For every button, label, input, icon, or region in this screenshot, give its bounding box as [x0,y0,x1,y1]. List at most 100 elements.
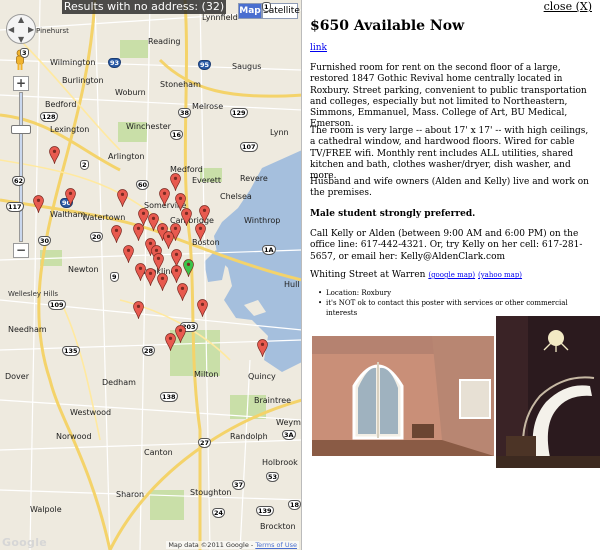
place-label: Stoneham [160,80,201,89]
map-attribution: Map data ©2011 Google - Terms of Use [166,541,299,549]
location-fact: Location: Roxbury [318,288,598,298]
route-shield: 1A [262,245,276,255]
google-map-link[interactable]: (google map) [428,271,475,279]
listing-marker-icon[interactable] [257,339,268,357]
place-label: Westwood [70,408,112,417]
terms-of-use-link[interactable]: Terms of Use [255,541,297,549]
place-label: Brockton [260,522,296,531]
listing-marker-icon[interactable] [197,299,208,317]
map-view-button[interactable]: Map [238,3,262,19]
listing-marker-icon[interactable] [49,146,60,164]
place-label: Melrose [192,102,224,111]
park-area [120,40,148,58]
listing-marker-icon[interactable] [171,265,182,283]
place-label: Stoughton [190,488,232,497]
listing-preference: Male student strongly preferred. [310,209,476,219]
pan-control[interactable]: ▲ ▼ ◀ ▶ [6,14,36,44]
place-label: Dedham [102,378,136,387]
place-label: Holbrook [262,458,298,467]
address-text: Whiting Street at Warren [310,270,426,280]
place-label: Newton [68,265,99,274]
place-label: Everett [192,176,222,185]
route-shield: 107 [240,142,258,152]
place-label: Dover [5,372,29,381]
place-label: Lynn [270,128,289,137]
place-label: Winchester [126,122,171,131]
zoom-slider[interactable] [19,92,23,242]
route-shield: 9 [110,272,119,282]
route-shield: 135 [62,346,80,356]
listing-marker-icon[interactable] [177,283,188,301]
pan-right-icon[interactable]: ▶ [28,25,34,34]
place-label: Saugus [232,62,262,71]
place-label: Randolph [230,432,268,441]
yahoo-map-link[interactable]: (yahoo map) [478,271,522,279]
route-shield: 1 [262,2,271,12]
listing-marker-icon[interactable] [111,225,122,243]
listing-marker-icon[interactable] [163,231,174,249]
pan-up-icon[interactable]: ▲ [18,15,24,24]
contact-policy-fact: it's NOT ok to contact this poster with … [318,298,598,318]
route-shield: 3 [20,48,29,58]
zoom-slider-thumb[interactable] [11,125,31,134]
zoom-in-button[interactable]: + [13,76,29,91]
route-shield: 2 [80,160,89,170]
listing-marker-icon[interactable] [117,189,128,207]
listing-owners: Husband and wife owners (Alden and Kelly… [310,177,589,199]
place-label: Bedford [45,100,77,109]
listing-marker-icon[interactable] [195,223,206,241]
listing-marker-icon[interactable] [170,173,181,191]
place-label: Weymouth [276,418,301,427]
route-shield: 138 [160,392,178,402]
place-label: Watertown [82,213,126,222]
listing-marker-icon[interactable] [175,325,186,343]
place-label: Lynnfield [202,13,238,22]
listing-contact: Call Kelly or Alden (between 9:00 AM and… [310,229,583,262]
map-attribution-text: Map data ©2011 Google - [168,541,256,549]
selected-listing-marker-icon[interactable] [183,259,194,277]
place-label: Pinehurst [36,27,69,35]
listing-address: Whiting Street at Warren (google map) (y… [310,270,522,280]
listing-marker-icon[interactable] [65,188,76,206]
place-label: Quincy [248,372,276,381]
room-photo-window[interactable] [312,336,494,456]
place-label: Wellesley Hills [8,290,59,298]
place-label: Lexington [50,125,90,134]
place-label: Burlington [62,76,104,85]
route-shield: 139 [256,506,274,516]
place-label: Sharon [116,490,145,499]
place-label: Hull [284,280,300,289]
listing-marker-icon[interactable] [123,245,134,263]
place-label: Norwood [56,432,92,441]
close-link[interactable]: close (X) [544,0,592,13]
listing-marker-icon[interactable] [157,273,168,291]
listing-marker-icon[interactable] [181,208,192,226]
place-label: Milton [194,370,219,379]
listing-marker-icon[interactable] [133,301,144,319]
route-shield: 109 [48,300,66,310]
pan-down-icon[interactable]: ▼ [18,35,24,44]
route-shield: 128 [40,112,58,122]
listing-link[interactable]: link [310,43,327,53]
route-shield: 3A [282,430,296,440]
zoom-out-button[interactable]: − [13,243,29,258]
map-pane[interactable]: Results with no address: (32) Map Satell… [0,0,302,550]
place-label: Wilmington [50,58,96,67]
listing-marker-icon[interactable] [159,188,170,206]
staircase-photo[interactable] [496,316,600,468]
listing-marker-icon[interactable] [33,195,44,213]
listing-marker-icon[interactable] [199,205,210,223]
listing-facts: Location: Roxbury it's NOT ok to contact… [318,288,598,318]
place-label: Winthrop [244,216,281,225]
google-logo: Google [2,536,48,549]
place-label: Reading [148,37,181,46]
park-area [150,490,184,520]
listing-marker-icon[interactable] [165,333,176,351]
listing-room-details: The room is very large -- about 17' x 17… [310,126,589,182]
listing-marker-icon[interactable] [133,223,144,241]
place-label: Revere [240,174,268,183]
place-label: Braintree [254,396,292,405]
no-address-banner[interactable]: Results with no address: (32) [62,0,226,14]
pan-left-icon[interactable]: ◀ [8,25,14,34]
listing-marker-icon[interactable] [145,268,156,286]
